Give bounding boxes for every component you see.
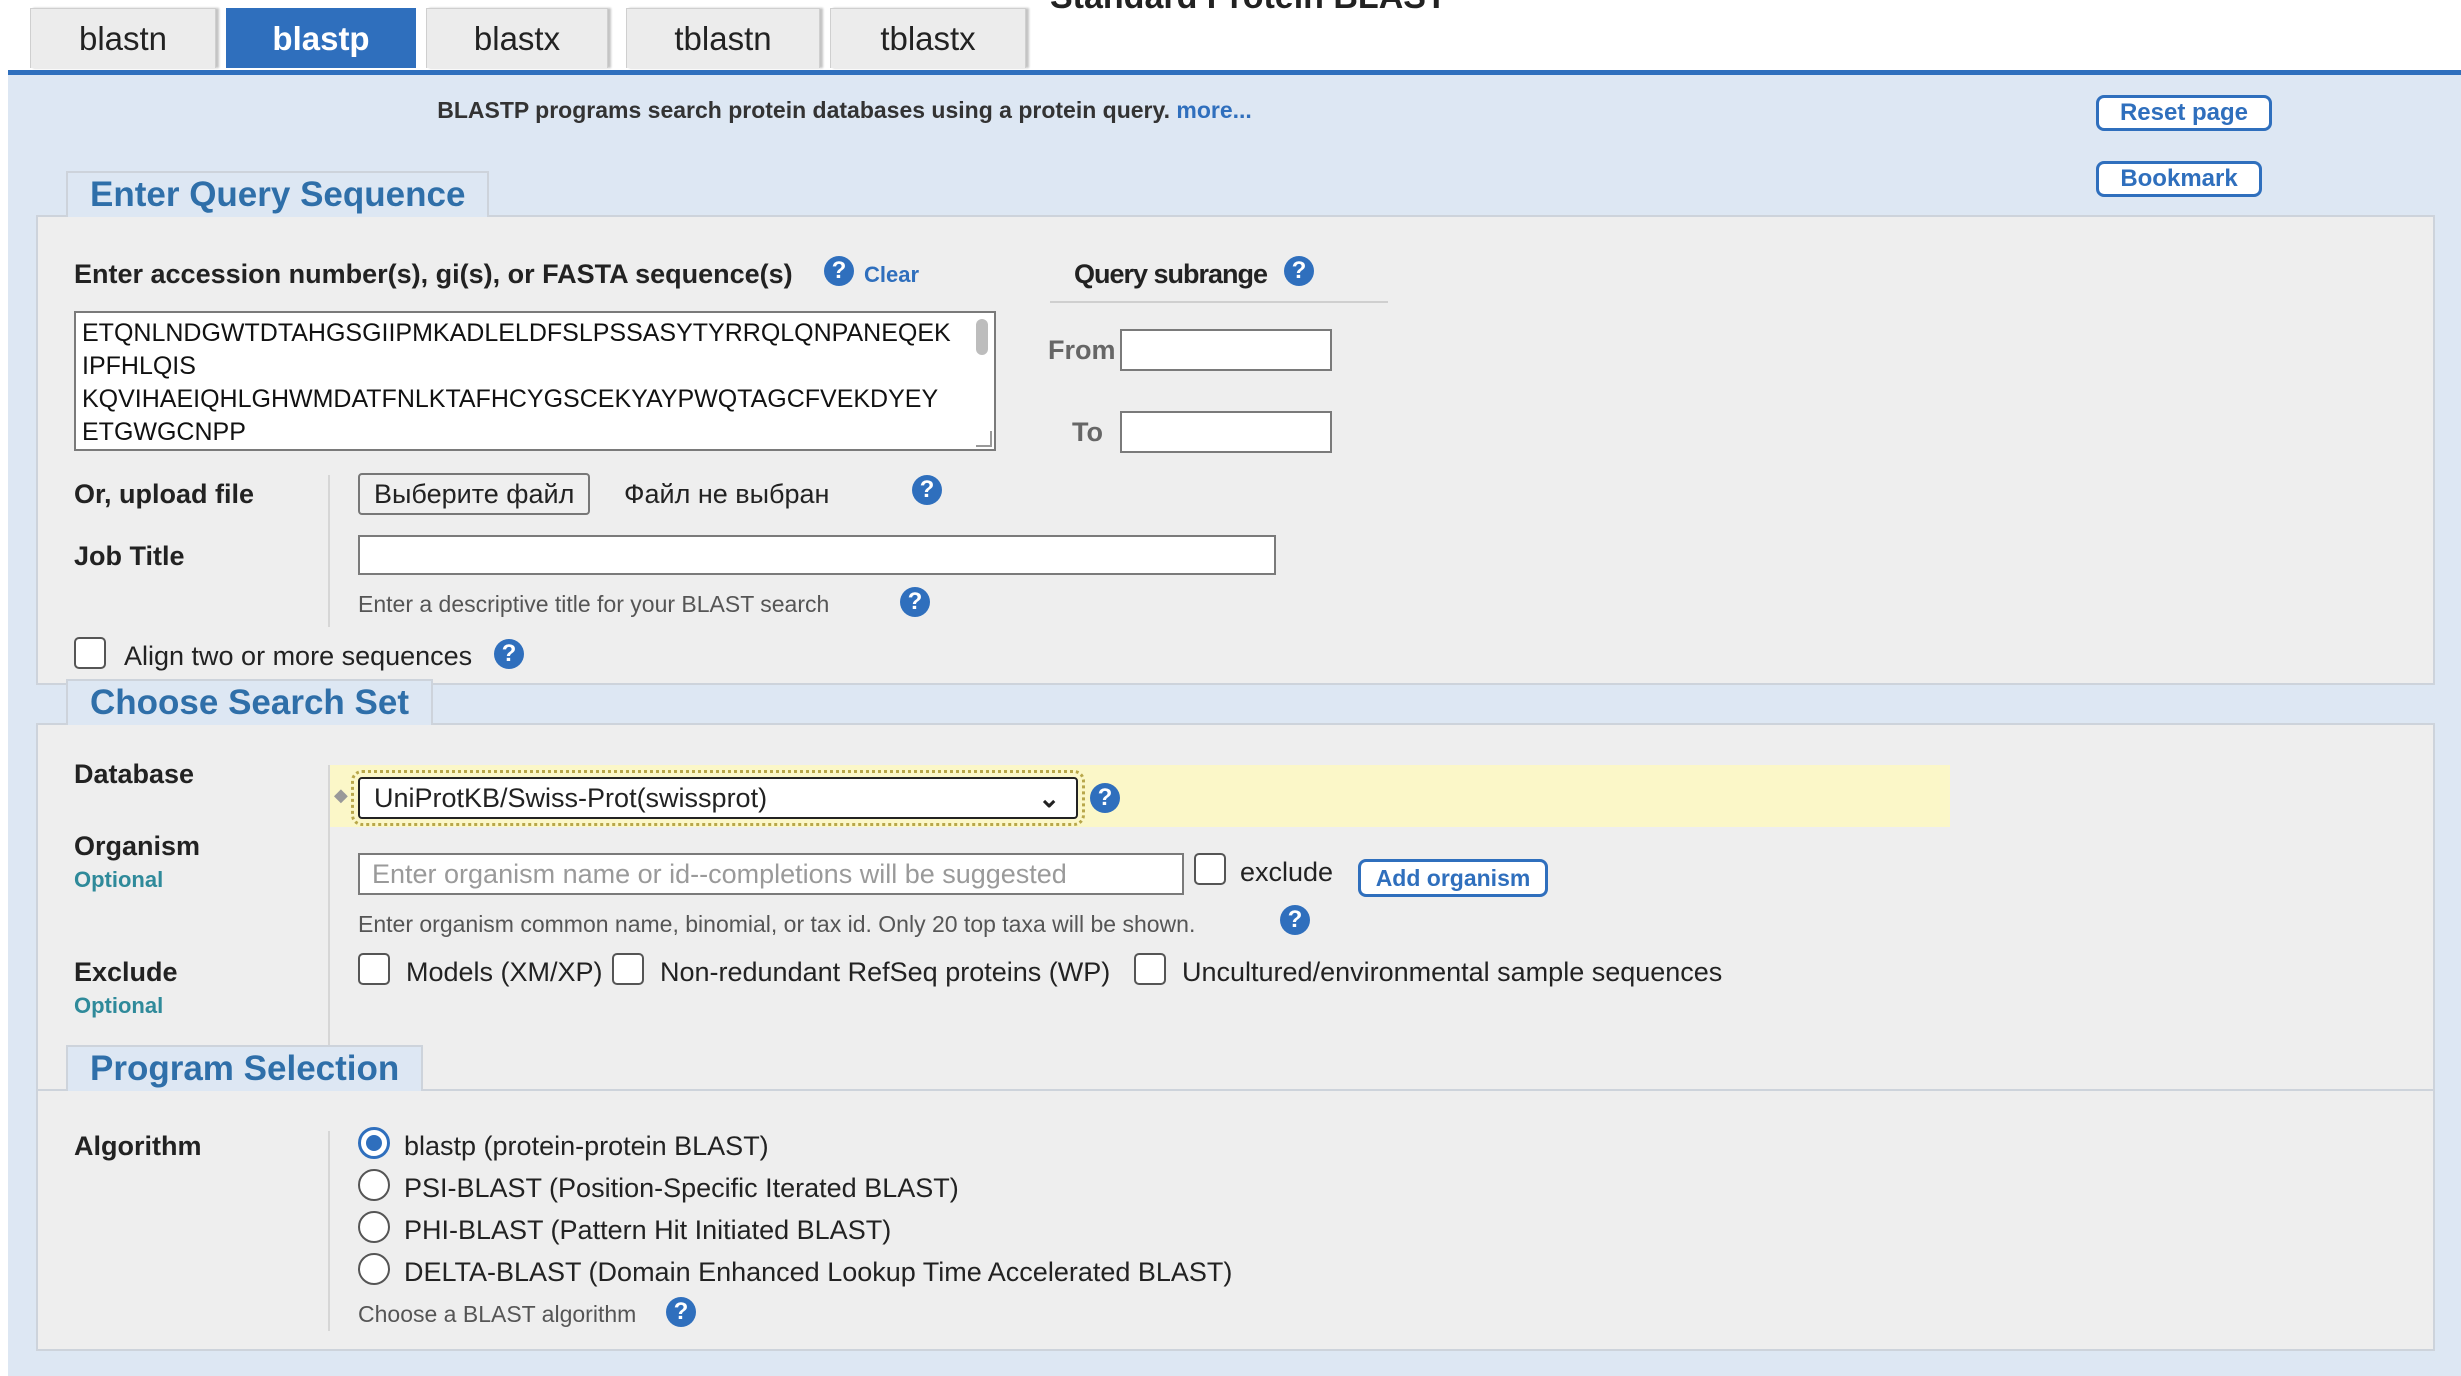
help-icon[interactable]: ? [1090,783,1120,813]
help-icon[interactable]: ? [494,639,524,669]
algorithm-label-psi-blast: PSI-BLAST (Position-Specific Iterated BL… [404,1173,959,1203]
algorithm-radio-delta-blast[interactable] [358,1253,390,1285]
exclude-models-checkbox[interactable] [358,953,390,985]
organism-optional: Optional [74,867,164,892]
align-sequences-checkbox[interactable] [74,637,106,669]
help-icon[interactable]: ? [1284,256,1314,286]
exclude-organism-label: exclude [1240,857,1334,887]
query-sequence-textarea[interactable]: ETQNLNDGWTDTAHGSGIIPMKADLELDFSLPSSASYTYR… [74,311,996,451]
exclude-uncultured-label: Uncultured/environmental sample sequence… [1182,957,1723,987]
bookmark-button[interactable]: Bookmark [2096,161,2262,197]
exclude-refseq-checkbox[interactable] [612,953,644,985]
algorithm-radio-psi-blast[interactable] [358,1169,390,1201]
to-label: To [1072,417,1103,447]
algorithm-radio-phi-blast[interactable] [358,1211,390,1243]
help-icon[interactable]: ? [824,256,854,286]
intro-text: BLASTP programs search protein databases… [437,97,1252,123]
help-icon[interactable]: ? [666,1297,696,1327]
textarea-scrollbar[interactable] [976,319,988,355]
file-status: Файл не выбран [624,479,830,509]
algorithm-label: Algorithm [74,1131,202,1161]
resize-handle-icon[interactable] [976,431,992,447]
algorithm-label-blastp: blastp (protein-protein BLAST) [404,1131,769,1161]
exclude-organism-checkbox[interactable] [1194,853,1226,885]
more-link[interactable]: more... [1176,97,1251,123]
subrange-divider [1050,301,1388,303]
tab-blastx[interactable]: blastx [426,8,608,68]
program-section: Program Selection Algorithm blastp (prot… [36,1045,2435,1351]
add-organism-button[interactable]: Add organism [1358,859,1548,897]
search-set-legend: Choose Search Set [66,679,433,725]
page-heading: Standard Protein BLAST [1050,0,1447,17]
database-label: Database [74,759,195,789]
help-icon[interactable]: ? [1280,905,1310,935]
chevron-down-icon: ⌄ [1038,783,1060,813]
exclude-uncultured-checkbox[interactable] [1134,953,1166,985]
query-section: Enter Query Sequence Enter accession num… [36,171,2435,685]
job-title-input[interactable] [358,535,1276,575]
accession-label: Enter accession number(s), gi(s), or FAS… [74,259,793,289]
choose-file-button[interactable]: Выберите файл [358,473,591,515]
exclude-optional: Optional [74,993,164,1018]
algorithm-label-delta-blast: DELTA-BLAST (Domain Enhanced Lookup Time… [404,1257,1233,1287]
tab-blastn[interactable]: blastn [30,8,216,68]
subrange-title: Query subrange [1074,259,1268,289]
exclude-models-label: Models (XM/XP) [406,957,603,987]
program-legend: Program Selection [66,1045,424,1091]
algorithm-hint: Choose a BLAST algorithm [358,1301,637,1327]
exclude-label: Exclude [74,957,178,987]
organism-hint: Enter organism common name, binomial, or… [358,911,1196,937]
upload-label: Or, upload file [74,479,255,509]
diamond-icon: ◆ [334,785,348,805]
organism-input[interactable] [358,853,1184,895]
job-title-label: Job Title [74,541,185,571]
algorithm-radio-blastp[interactable] [358,1127,390,1159]
organism-label: Organism [74,831,201,861]
database-select[interactable]: UniProtKB/Swiss-Prot(swissprot) ⌄ [351,770,1085,826]
label-divider [328,1131,330,1331]
tab-tblastn[interactable]: tblastn [626,8,820,68]
align-sequences-label: Align two or more sequences [124,641,473,671]
label-divider [328,765,330,1085]
job-title-hint: Enter a descriptive title for your BLAST… [358,591,830,617]
tab-blastp[interactable]: blastp [226,8,416,68]
to-input[interactable] [1120,411,1332,453]
exclude-refseq-label: Non-redundant RefSeq proteins (WP) [660,957,1111,987]
from-input[interactable] [1120,329,1332,371]
from-label: From [1048,335,1116,365]
tab-tblastx[interactable]: tblastx [830,8,1026,68]
clear-link[interactable]: Clear [864,262,919,288]
help-icon[interactable]: ? [912,475,942,505]
query-section-legend: Enter Query Sequence [66,171,490,217]
label-divider [328,475,330,627]
help-icon[interactable]: ? [900,587,930,617]
blast-form: BLASTP programs search protein databases… [8,75,2461,1376]
algorithm-label-phi-blast: PHI-BLAST (Pattern Hit Initiated BLAST) [404,1215,892,1245]
program-tabs: Standard Protein BLAST blastn blastp bla… [0,0,2461,75]
reset-page-button[interactable]: Reset page [2096,95,2272,131]
